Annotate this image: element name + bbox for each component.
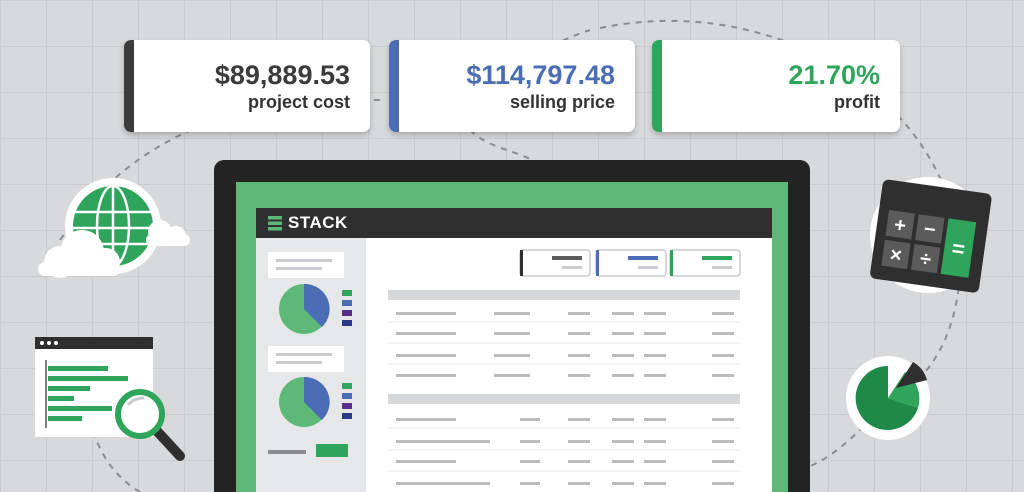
table-view — [388, 249, 741, 485]
mini-cards — [519, 249, 741, 277]
sidebar-card — [268, 252, 344, 278]
selling-price-label: selling price — [509, 92, 615, 112]
profit-card: 21.70% profit — [652, 40, 900, 132]
selling-price-value: $114,797.48 — [466, 60, 615, 90]
app-window: STACK — [256, 208, 772, 492]
profit-label: profit — [834, 92, 880, 112]
selling-price-card: $114,797.48 selling price — [389, 40, 635, 132]
card-accent-bar — [652, 40, 662, 132]
sidebar-widgets — [268, 252, 352, 457]
data-table-2 — [388, 394, 740, 485]
app-title: STACK — [288, 213, 348, 232]
pie-chart-icon — [846, 356, 930, 440]
card-accent-bar — [389, 40, 399, 132]
sidebar-pie-chart-2 — [279, 376, 330, 427]
magnifier-icon — [115, 389, 185, 461]
app-main-area — [366, 238, 772, 492]
sidebar-pie-chart-1 — [279, 283, 330, 334]
profit-value: 21.70% — [788, 60, 880, 90]
data-table-1 — [388, 290, 740, 377]
project-cost-label: project cost — [247, 92, 350, 112]
app-title-bar: STACK — [256, 208, 772, 238]
project-cost-card: $89,889.53 project cost — [124, 40, 370, 132]
stack-logo-icon — [268, 216, 282, 231]
card-accent-bar — [124, 40, 134, 132]
calculator-icon: + − × ÷ = — [870, 177, 992, 293]
app-sidebar — [256, 238, 366, 492]
sidebar-action-button[interactable] — [316, 444, 348, 457]
project-cost-value: $89,889.53 — [214, 60, 350, 90]
sidebar-card — [268, 346, 344, 372]
